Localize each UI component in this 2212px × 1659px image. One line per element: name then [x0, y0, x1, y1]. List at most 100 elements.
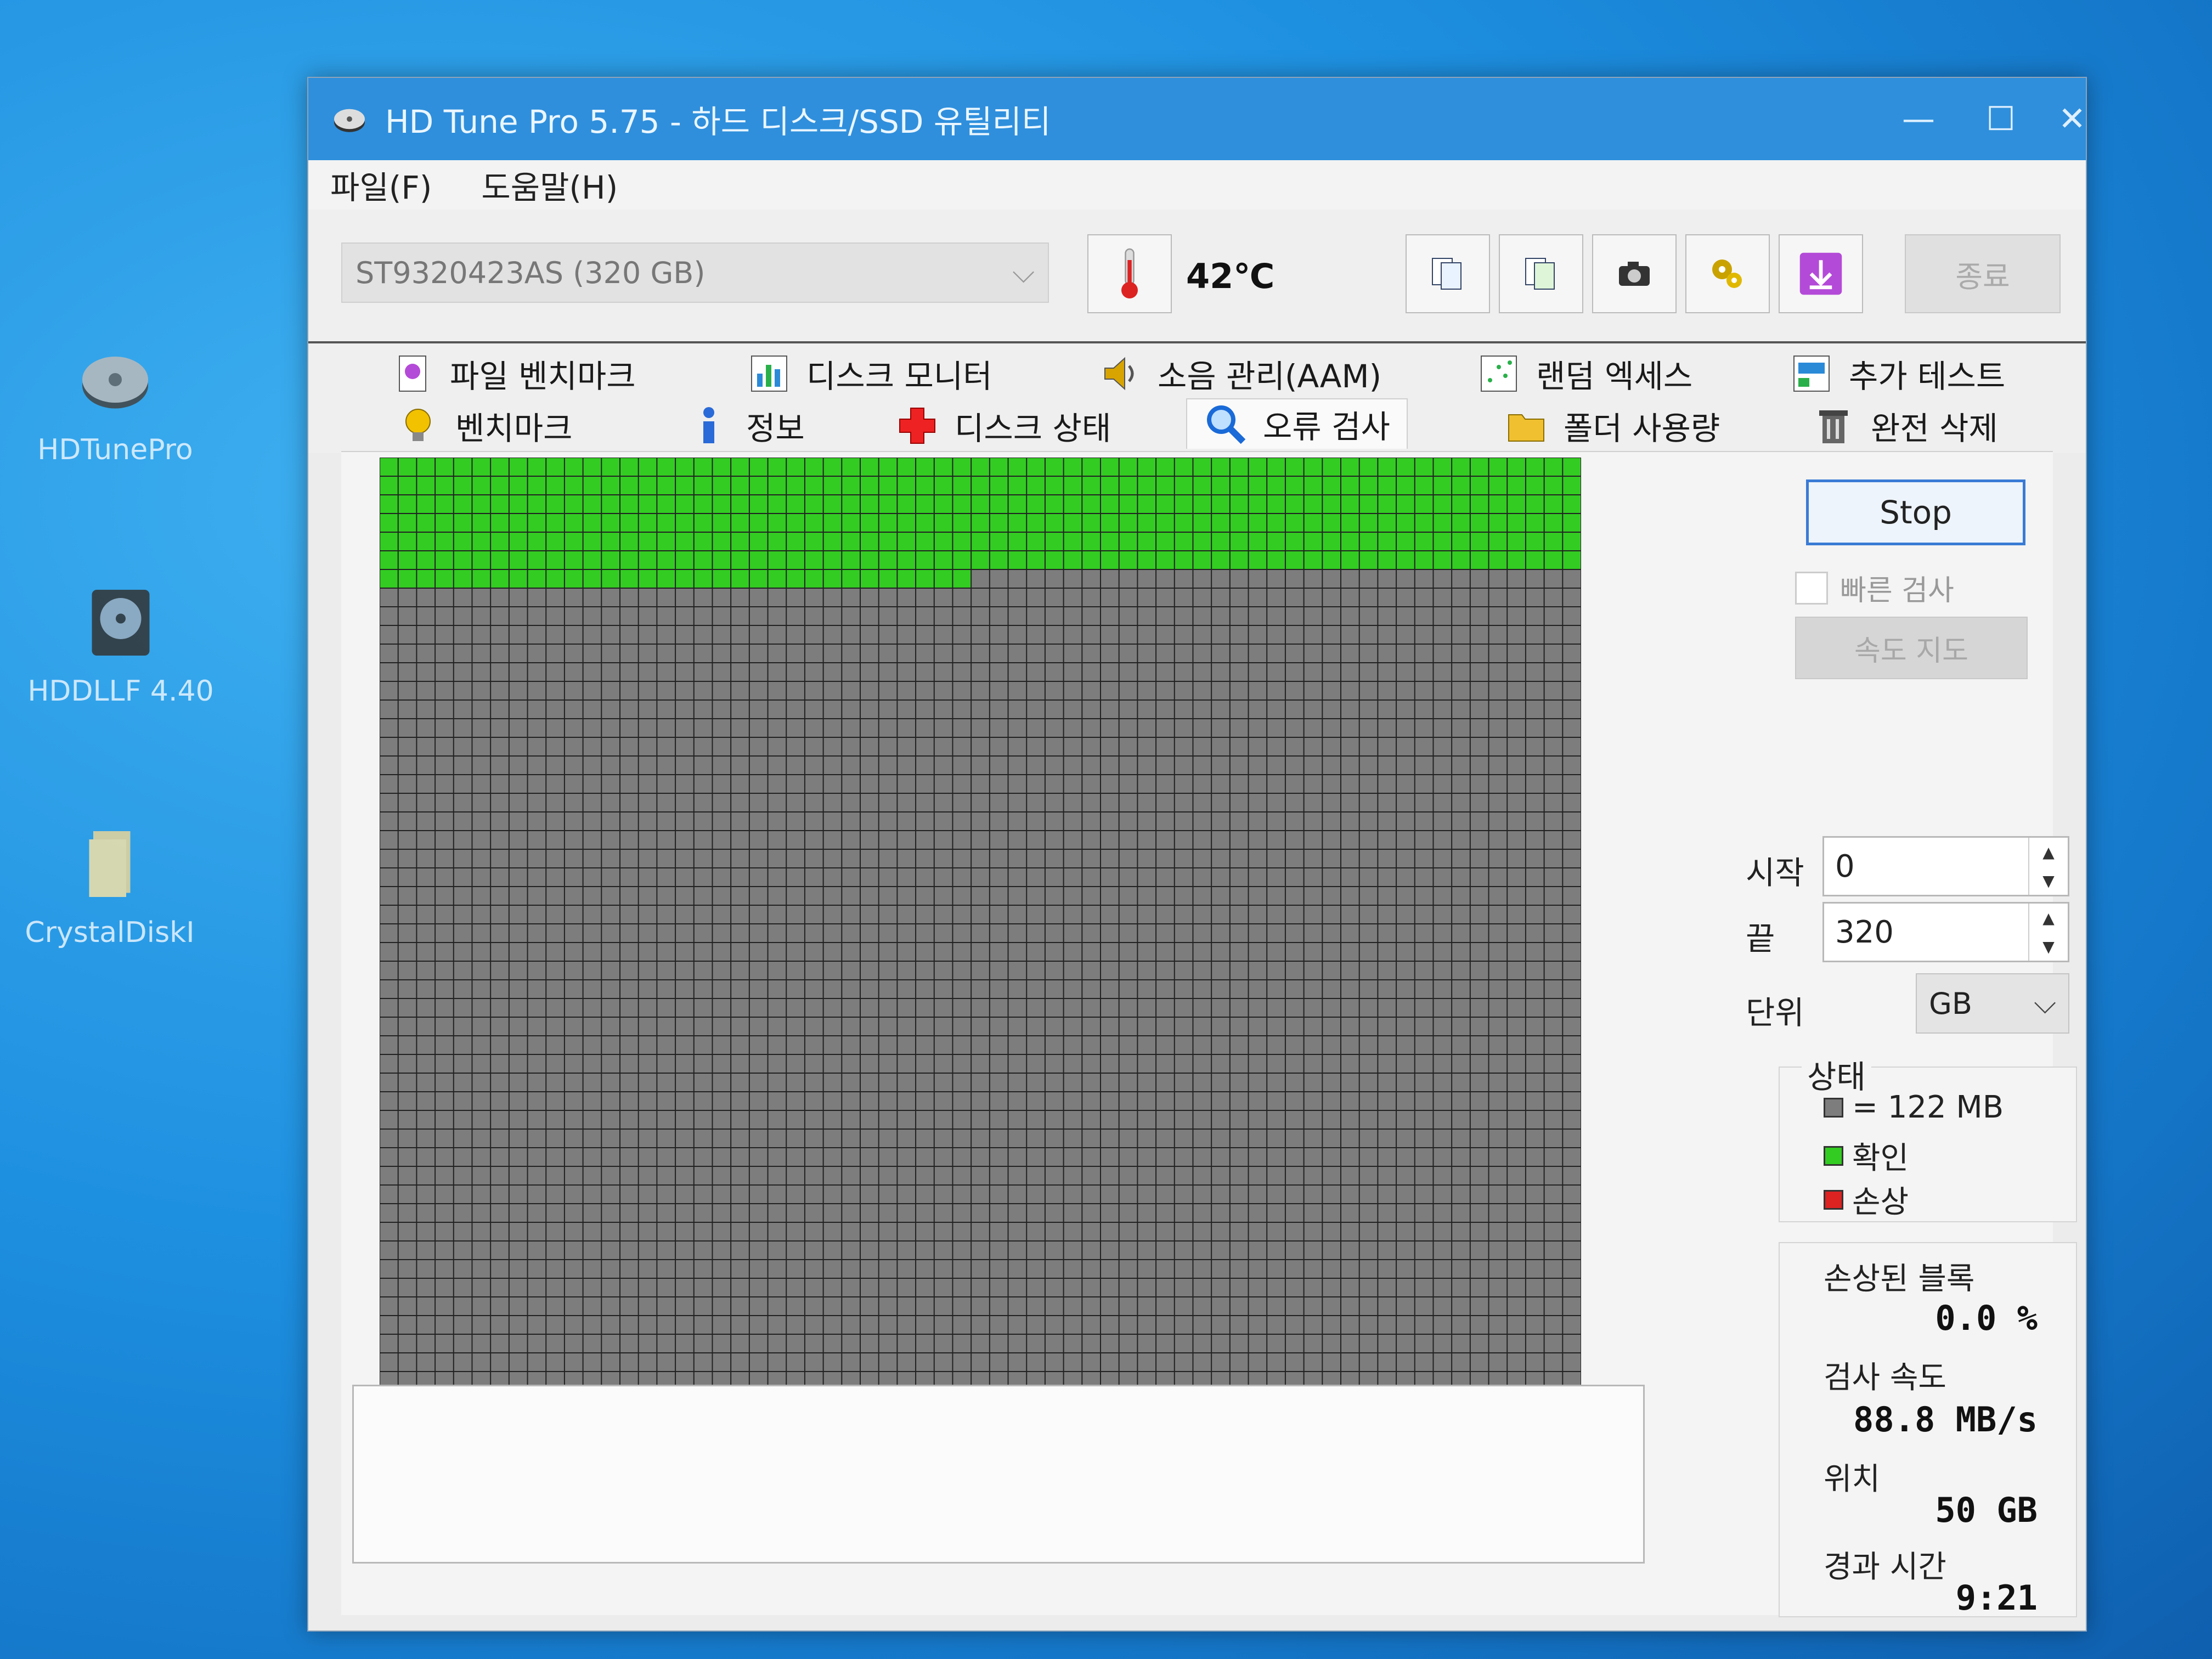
block-pending	[1452, 831, 1470, 849]
block-ok	[713, 533, 731, 550]
tab-aam[interactable]: 소음 관리(AAM)	[1098, 349, 1381, 398]
block-pending	[398, 924, 416, 942]
block-pending	[1230, 1036, 1248, 1054]
checkbox-box[interactable]	[1795, 571, 1828, 605]
block-pending	[898, 999, 916, 1017]
block-pending	[787, 1204, 804, 1222]
block-pending	[1230, 1353, 1248, 1371]
spin-up-icon[interactable]: ▲	[2042, 909, 2055, 927]
tab-error-scan[interactable]: 오류 검사	[1186, 398, 1408, 449]
block-pending	[380, 701, 398, 718]
desktop-icon-hdtunepro[interactable]: HDTunePro	[16, 340, 214, 466]
start-input[interactable]: 0 ▲ ▼	[1822, 836, 2069, 896]
block-pending	[1064, 887, 1082, 905]
block-pending	[1212, 570, 1229, 588]
block-ok	[1267, 458, 1285, 476]
block-ok	[842, 551, 860, 569]
start-spinner[interactable]: ▲ ▼	[2028, 838, 2068, 895]
block-pending	[916, 1148, 934, 1166]
block-pending	[1230, 1279, 1248, 1296]
block-pending	[639, 682, 657, 699]
end-input[interactable]: 320 ▲ ▼	[1822, 902, 2069, 962]
block-pending	[990, 1092, 1008, 1110]
copy-info-button[interactable]	[1406, 234, 1490, 313]
block-pending	[1082, 1167, 1100, 1184]
block-pending	[1212, 980, 1229, 998]
tab-health[interactable]: 디스크 상태	[895, 401, 1111, 450]
maximize-button[interactable]: ☐	[1960, 89, 2042, 149]
tab-extra-tests[interactable]: 추가 테스트	[1790, 349, 2005, 398]
block-pending	[1341, 1353, 1359, 1371]
tab-file-benchmark[interactable]: 파일 벤치마크	[391, 349, 636, 398]
block-pending	[842, 626, 860, 644]
title-bar[interactable]: HD Tune Pro 5.75 - 하드 디스크/SSD 유틸리티 — ☐ ✕	[308, 78, 2086, 160]
desktop-icon-hddllf[interactable]: HDDLLF 4.40	[22, 582, 219, 708]
quick-scan-checkbox[interactable]: 빠른 검사	[1795, 567, 1954, 608]
block-pending	[842, 1186, 860, 1203]
block-pending	[1212, 607, 1229, 625]
block-pending	[1138, 962, 1156, 979]
block-pending	[1304, 1092, 1322, 1110]
menu-file[interactable]: 파일(F)	[330, 162, 432, 208]
block-pending	[990, 645, 1008, 662]
block-pending	[731, 1111, 749, 1128]
minimize-button[interactable]: —	[1877, 89, 1960, 149]
block-pending	[657, 607, 675, 625]
block-pending	[1323, 1074, 1340, 1091]
quick-scan-label: 빠른 검사	[1840, 574, 1954, 607]
block-ok	[861, 533, 878, 550]
block-pending	[842, 607, 860, 625]
block-pending	[823, 682, 842, 699]
desktop-icon-crystaldisk[interactable]: CrystalDiskI	[11, 823, 208, 949]
block-pending	[1544, 701, 1562, 718]
block-pending	[749, 1148, 768, 1166]
block-pending	[546, 1335, 564, 1352]
block-pending	[1027, 1111, 1045, 1128]
block-pending	[1138, 1055, 1156, 1073]
block-pending	[694, 719, 712, 737]
copy-screenshot-button[interactable]	[1499, 234, 1583, 313]
unit-select[interactable]: GB ⌵	[1916, 973, 2069, 1034]
block-pending	[620, 1130, 638, 1147]
block-pending	[472, 1111, 490, 1128]
temperature-button[interactable]	[1087, 234, 1172, 313]
block-pending	[380, 757, 398, 774]
block-pending	[731, 943, 749, 961]
block-pending	[1563, 663, 1581, 681]
block-pending	[694, 607, 712, 625]
save-button[interactable]	[1779, 234, 1863, 313]
speed-map-button[interactable]: 속도 지도	[1795, 617, 2028, 679]
drive-select[interactable]: ST9320423AS (320 GB) ⌵	[341, 242, 1049, 303]
block-pending	[1193, 1055, 1211, 1073]
tab-benchmark[interactable]: 벤치마크	[396, 401, 572, 450]
block-pending	[1434, 1260, 1452, 1278]
block-pending	[454, 1130, 472, 1147]
end-spinner[interactable]: ▲ ▼	[2028, 904, 2068, 961]
block-pending	[1101, 1130, 1119, 1147]
stop-button[interactable]: Stop	[1806, 479, 2025, 545]
block-pending	[953, 1204, 971, 1222]
tab-folder-usage[interactable]: 폴더 사용량	[1504, 401, 1720, 450]
spin-up-icon[interactable]: ▲	[2042, 843, 2055, 861]
screenshot-button[interactable]	[1592, 234, 1677, 313]
block-ok	[454, 495, 472, 513]
block-pending	[1101, 1167, 1119, 1184]
tab-erase[interactable]: 완전 삭제	[1812, 401, 1998, 450]
block-ok	[1267, 551, 1285, 569]
close-button[interactable]: ✕	[2031, 89, 2113, 149]
block-ok	[1452, 477, 1470, 494]
block-pending	[417, 943, 435, 961]
menu-help[interactable]: 도움말(H)	[481, 162, 618, 208]
tab-info[interactable]: 정보	[687, 401, 805, 450]
options-button[interactable]	[1685, 234, 1770, 313]
spin-down-icon[interactable]: ▼	[2042, 938, 2055, 956]
exit-button[interactable]: 종료	[1905, 234, 2061, 313]
block-pending	[1397, 1260, 1414, 1278]
block-pending	[1378, 980, 1396, 998]
block-pending	[861, 1130, 878, 1147]
spin-down-icon[interactable]: ▼	[2042, 872, 2055, 890]
tab-random-access[interactable]: 랜덤 엑세스	[1477, 349, 1692, 398]
block-pending	[1526, 589, 1544, 606]
tab-disk-monitor[interactable]: 디스크 모니터	[747, 349, 992, 398]
block-ok	[1285, 514, 1304, 532]
